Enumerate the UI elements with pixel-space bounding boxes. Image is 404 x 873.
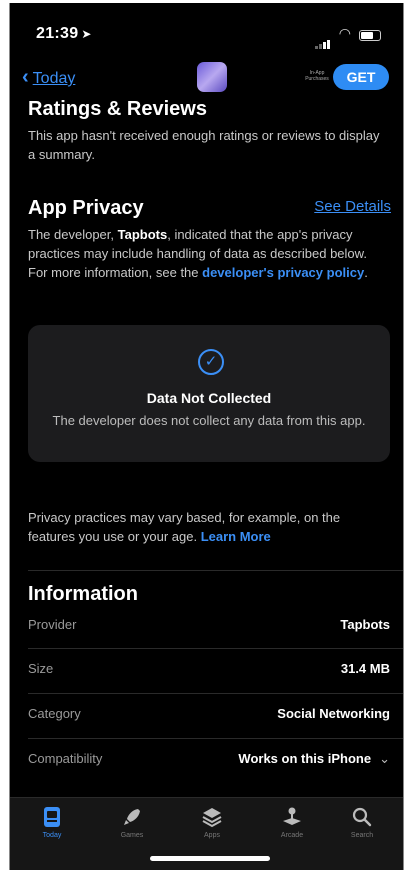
location-arrow-icon: ➤ xyxy=(81,27,92,41)
info-key: Compatibility xyxy=(28,751,103,766)
get-button[interactable]: GET xyxy=(333,64,389,90)
home-indicator[interactable] xyxy=(150,856,270,861)
row-divider xyxy=(28,648,403,649)
nav-bar: ‹ Today In-App Purchases GET xyxy=(10,58,403,98)
section-divider xyxy=(28,570,403,571)
tab-label: Search xyxy=(350,832,374,839)
purchases-text: Purchases xyxy=(305,76,329,82)
tab-label: Today xyxy=(42,832,62,839)
signal-icon xyxy=(315,31,331,49)
info-value: Works on this iPhone xyxy=(238,751,372,766)
privacy-policy-link[interactable]: developer's privacy policy xyxy=(202,265,364,280)
apps-stack-icon xyxy=(202,808,222,828)
tab-today[interactable]: Today xyxy=(22,798,82,839)
privacy-text-before: The developer, xyxy=(28,227,118,242)
joystick-icon xyxy=(283,807,301,825)
privacy-text-end: . xyxy=(364,265,368,280)
tab-search[interactable]: Search xyxy=(332,798,392,839)
info-row-size: Size 31.4 MB xyxy=(28,661,390,681)
tab-label: Games xyxy=(120,832,144,839)
back-label: Today xyxy=(32,70,76,87)
app-store-screen: 21:39 ➤ ◠ ‹ Today In-App Purchases GET Rat… xyxy=(9,3,404,870)
row-divider xyxy=(28,693,403,694)
developer-name: Tapbots xyxy=(117,227,168,242)
privacy-note: Privacy practices may vary based, for ex… xyxy=(28,508,390,546)
time-text: 21:39 xyxy=(36,25,79,42)
info-key: Size xyxy=(28,661,54,676)
card-description: The developer does not collect any data … xyxy=(52,413,366,428)
tab-games[interactable]: Games xyxy=(102,798,162,839)
tab-apps[interactable]: Apps xyxy=(182,798,242,839)
info-row-provider: Provider Tapbots xyxy=(28,617,390,637)
info-key: Category xyxy=(28,706,81,721)
info-value: Social Networking xyxy=(277,706,390,721)
ratings-title: Ratings & Reviews xyxy=(28,98,207,120)
information-title: Information xyxy=(28,583,138,605)
info-value-compat: Works on this iPhone ⌄ xyxy=(238,751,390,767)
info-key: Provider xyxy=(28,617,77,632)
learn-more-link[interactable]: Learn More xyxy=(201,529,271,544)
search-icon xyxy=(352,807,372,827)
info-row-category: Category Social Networking xyxy=(28,706,390,726)
info-value: 31.4 MB xyxy=(340,661,390,676)
info-value: Tapbots xyxy=(340,617,390,632)
chevron-down-icon: ⌄ xyxy=(379,751,390,766)
battery-icon xyxy=(359,30,381,41)
row-divider xyxy=(28,738,403,739)
status-time: 21:39 ➤ xyxy=(36,25,92,43)
status-bar: 21:39 ➤ ◠ xyxy=(10,3,403,55)
card-title: Data Not Collected xyxy=(146,390,272,406)
app-icon xyxy=(197,62,227,92)
rocket-icon xyxy=(124,809,140,825)
today-icon xyxy=(44,807,60,827)
see-details-link[interactable]: See Details xyxy=(314,198,391,215)
wifi-icon: ◠ xyxy=(338,25,351,41)
tab-label: Arcade xyxy=(280,832,304,839)
checkmark-circle-icon: ✓ xyxy=(198,349,224,375)
privacy-note-text: Privacy practices may vary based, for ex… xyxy=(28,510,341,544)
privacy-title: App Privacy xyxy=(28,197,144,219)
tab-arcade[interactable]: Arcade xyxy=(262,798,322,839)
in-app-purchases-label: In-App Purchases xyxy=(303,70,331,82)
privacy-text: The developer, Tapbots, indicated that t… xyxy=(28,225,390,282)
data-not-collected-card: ✓ Data Not Collected The developer does … xyxy=(28,325,390,462)
chevron-left-icon: ‹ xyxy=(22,66,29,88)
ratings-text: This app hasn't received enough ratings … xyxy=(28,128,380,162)
tab-label: Apps xyxy=(204,832,220,839)
back-button[interactable]: ‹ Today xyxy=(22,66,75,89)
info-row-compatibility[interactable]: Compatibility Works on this iPhone ⌄ xyxy=(28,751,390,771)
